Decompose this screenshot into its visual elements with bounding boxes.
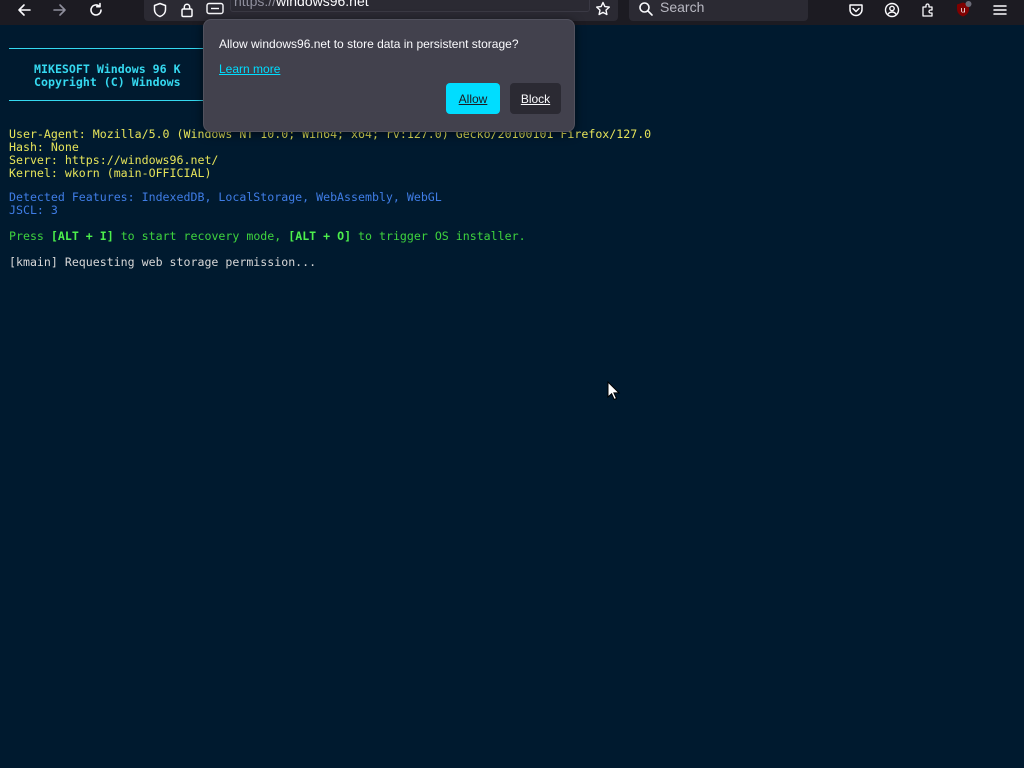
extensions-icon	[922, 3, 933, 17]
search-bar[interactable]: Search	[629, 0, 808, 21]
recovery-hint-text: to start recovery mode,	[113, 229, 289, 243]
menu-icon	[993, 5, 1007, 15]
recovery-key: [ALT + I]	[50, 229, 114, 243]
search-input[interactable]: Search	[660, 0, 704, 15]
back-arrow-icon	[18, 4, 31, 16]
lock-icon	[181, 3, 193, 18]
reload-button[interactable]	[83, 0, 109, 20]
recovery-hint-text: to trigger OS installer.	[351, 229, 526, 243]
bookmark-button[interactable]	[590, 0, 616, 19]
banner-bottom-rule	[9, 100, 203, 101]
jscl-line: JSCL: 3	[9, 203, 58, 217]
banner-top-rule	[9, 48, 203, 49]
permission-message: Allow windows96.net to store data in per…	[219, 37, 519, 51]
forward-arrow-icon	[53, 4, 66, 16]
kernel-line: Kernel: wkorn (main-OFFICIAL)	[9, 166, 212, 180]
permissions-icon	[206, 2, 224, 15]
search-engine-button[interactable]	[633, 0, 659, 19]
url-host: windows96.net	[276, 0, 369, 9]
recovery-hint-text: Press	[9, 229, 51, 243]
tracking-protection-button[interactable]	[147, 0, 173, 20]
menu-button[interactable]	[987, 0, 1013, 20]
pocket-button[interactable]	[843, 0, 869, 20]
site-security-button[interactable]	[174, 0, 200, 20]
block-button[interactable]: Block	[510, 83, 561, 114]
forward-button[interactable]	[47, 0, 73, 20]
reload-icon	[90, 2, 102, 16]
boot-terminal: MIKESOFT Windows 96 K Copyright (C) Wind…	[0, 25, 1024, 768]
recovery-hint-line: Press [ALT + I] to start recovery mode, …	[9, 230, 526, 243]
account-icon	[884, 2, 900, 18]
svg-text:u: u	[960, 6, 965, 15]
banner-line: Copyright (C) Windows	[34, 75, 181, 89]
extensions-button[interactable]	[915, 0, 941, 20]
tracking-shield-icon	[153, 2, 167, 18]
bookmark-star-icon	[596, 1, 610, 16]
allow-button[interactable]: Allow	[446, 83, 500, 114]
url-field[interactable]: https://windows96.net	[230, 0, 590, 12]
installer-key: [ALT + O]	[288, 229, 352, 243]
mouse-pointer-icon	[607, 381, 621, 401]
url-bar[interactable]: https://windows96.net	[144, 0, 618, 21]
ublock-button[interactable]: u	[951, 0, 977, 20]
account-button[interactable]	[879, 0, 905, 20]
ublock-icon: u	[957, 1, 972, 17]
permissions-button[interactable]	[202, 0, 228, 19]
url-prefix: https://	[234, 0, 277, 9]
kmain-status-line: [kmain] Requesting web storage permissio…	[9, 255, 317, 269]
features-line: Detected Features: IndexedDB, LocalStora…	[9, 190, 442, 204]
learn-more-link[interactable]: Learn more	[219, 62, 280, 76]
search-icon	[639, 2, 653, 16]
pocket-icon	[849, 4, 863, 17]
back-button[interactable]	[11, 0, 37, 20]
persistent-storage-permission-popup: Allow windows96.net to store data in per…	[203, 19, 575, 132]
